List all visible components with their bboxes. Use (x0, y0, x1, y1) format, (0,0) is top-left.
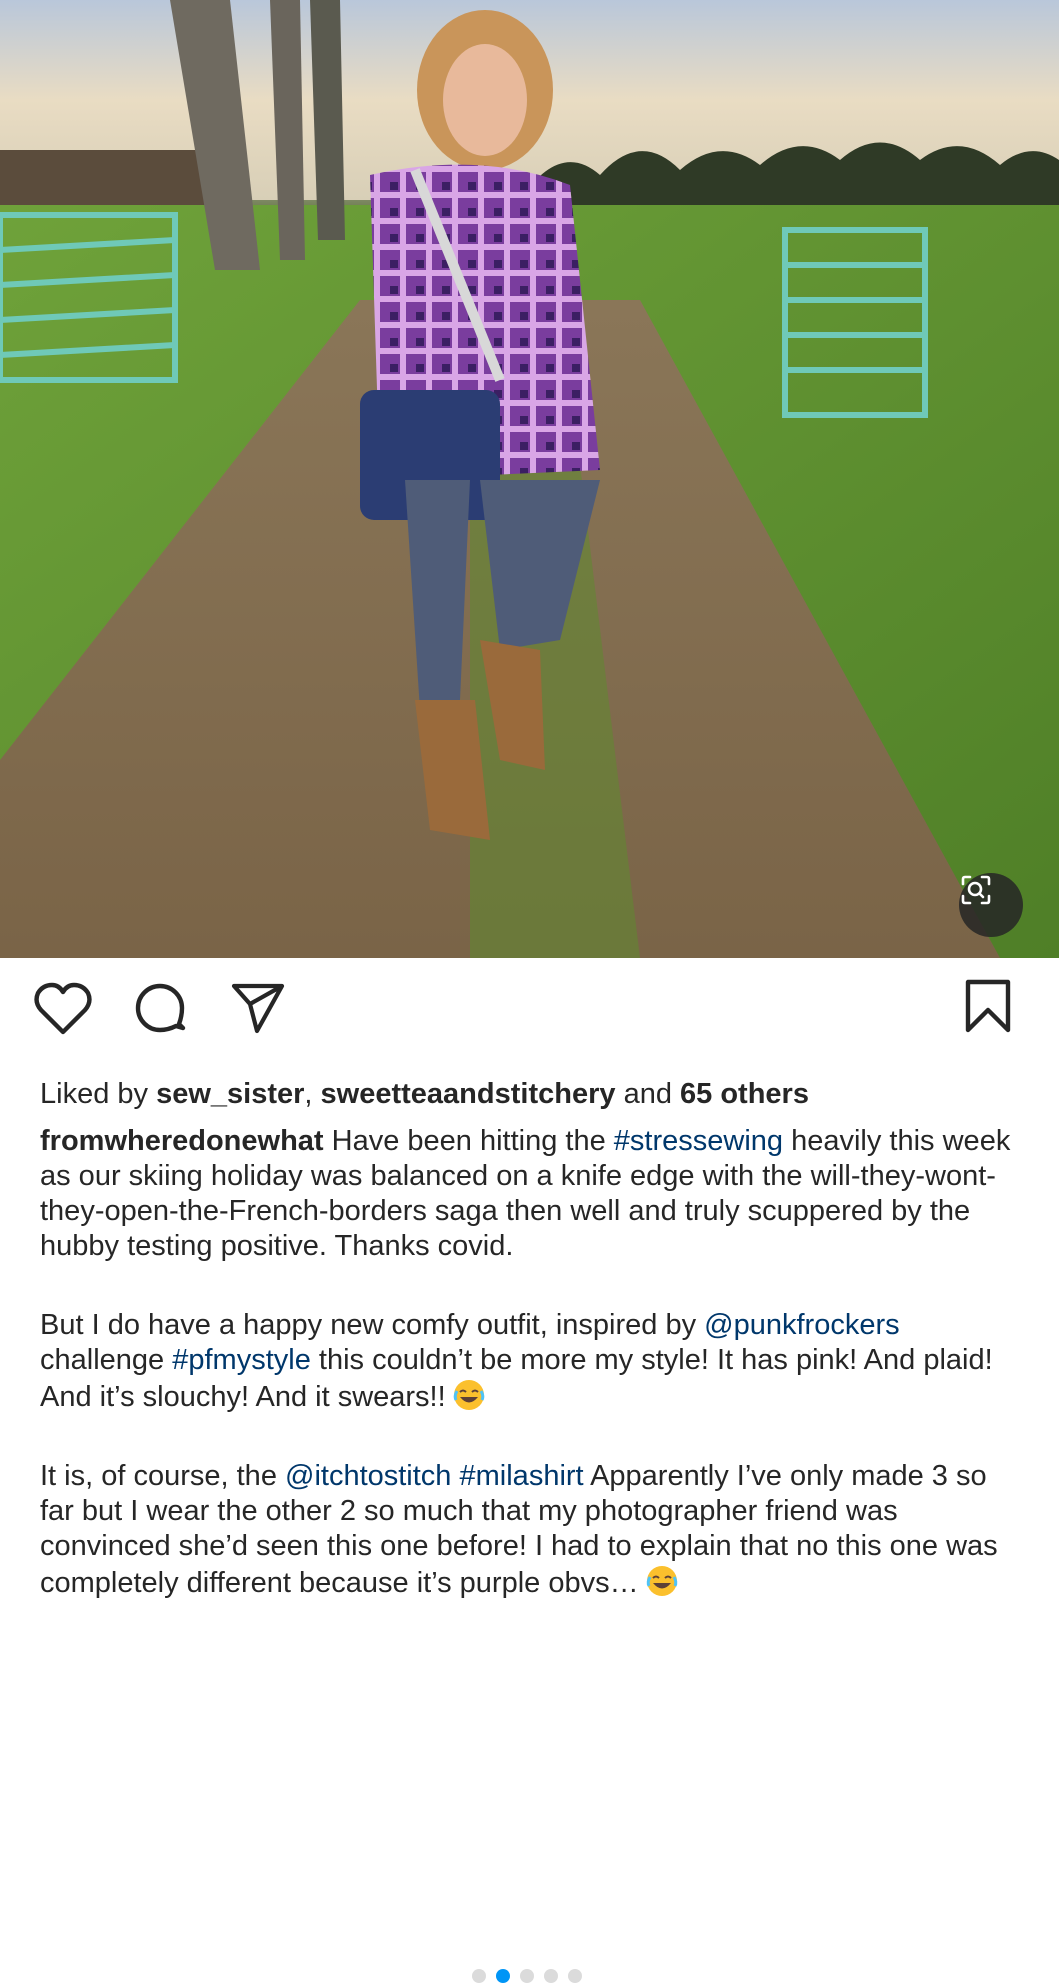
visual-search-icon (961, 875, 991, 905)
caption-username[interactable]: fromwheredonewhat (40, 1125, 324, 1157)
carousel-dot (544, 1969, 558, 1983)
comment-icon[interactable] (132, 980, 188, 1036)
caption-text: challenge (40, 1344, 173, 1376)
caption-text: But I do have a happy new comfy outfit, … (40, 1309, 705, 1341)
likes-and: and (623, 1078, 672, 1110)
hashtag-link[interactable]: #pfmystyle (172, 1344, 311, 1376)
likes-prefix: Liked by (40, 1078, 149, 1110)
liker-link[interactable]: sew_sister (156, 1078, 304, 1110)
caption-paragraph: But I do have a happy new comfy outfit, … (40, 1308, 1025, 1415)
visual-search-button[interactable] (959, 873, 1023, 937)
caption-text: Have been hitting the (323, 1125, 614, 1157)
carousel-dot (472, 1969, 486, 1983)
mention-link[interactable]: @punkfrockers (704, 1309, 899, 1341)
paper-plane-icon[interactable] (230, 982, 286, 1034)
likes-separator: , (304, 1078, 313, 1110)
caption-paragraph: It is, of course, the @itchtostitch #mil… (40, 1459, 1025, 1601)
caption-paragraph: fromwheredonewhat Have been hitting the … (40, 1124, 1025, 1264)
carousel-dot (568, 1969, 582, 1983)
bookmark-icon[interactable] (964, 978, 1012, 1034)
carousel-dot (520, 1969, 534, 1983)
photo-illustration (0, 0, 1059, 958)
post-photo[interactable] (0, 0, 1059, 958)
post-action-bar (0, 958, 1059, 1983)
heart-icon[interactable] (34, 982, 92, 1036)
carousel-indicator (472, 1968, 582, 1984)
post-caption: fromwheredonewhat Have been hitting the … (40, 1124, 1025, 1645)
caption-text (451, 1460, 459, 1492)
laughing-emoji-icon (453, 1380, 484, 1410)
laughing-emoji-icon (646, 1566, 677, 1596)
likes-count-link[interactable]: 65 others (680, 1078, 809, 1110)
likes-summary: Liked by sew_sister, sweetteaandstitcher… (40, 1076, 1030, 1112)
caption-text: It is, of course, the (40, 1460, 285, 1492)
carousel-dot-active (496, 1969, 510, 1983)
liker-link[interactable]: sweetteaandstitchery (321, 1078, 616, 1110)
hashtag-link[interactable]: #milashirt (460, 1460, 584, 1492)
hashtag-link[interactable]: #stressewing (614, 1125, 783, 1157)
mention-link[interactable]: @itchtostitch (285, 1460, 451, 1492)
